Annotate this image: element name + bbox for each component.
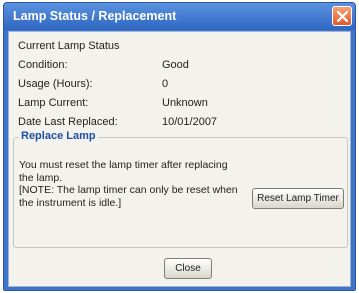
lamp-current-label: Lamp Current: xyxy=(18,97,89,109)
dialog-title: Lamp Status / Replacement xyxy=(13,9,177,23)
date-replaced-label: Date Last Replaced: xyxy=(18,116,118,128)
replace-message: You must reset the lamp timer after repl… xyxy=(19,159,243,209)
replace-instruction-text: You must reset the lamp timer after repl… xyxy=(19,159,228,184)
dialog-body: Current Lamp Status Condition: Good Usag… xyxy=(8,31,351,287)
condition-value: Good xyxy=(162,59,189,71)
replace-lamp-group: Replace Lamp You must reset the lamp tim… xyxy=(13,130,348,248)
title-bar[interactable]: Lamp Status / Replacement xyxy=(4,3,355,30)
close-button[interactable]: Close xyxy=(164,258,212,279)
replace-lamp-legend: Replace Lamp xyxy=(19,130,98,142)
date-replaced-value: 10/01/2007 xyxy=(162,116,218,128)
replace-note-text: [NOTE: The lamp timer can only be reset … xyxy=(19,184,238,209)
current-status-label: Current Lamp Status xyxy=(18,40,120,52)
reset-lamp-timer-button[interactable]: Reset Lamp Timer xyxy=(252,188,344,209)
condition-label: Condition: xyxy=(18,59,68,71)
lamp-current-value: Unknown xyxy=(162,97,208,109)
lamp-status-dialog: Lamp Status / Replacement Current Lamp S… xyxy=(3,2,356,291)
usage-label: Usage (Hours): xyxy=(18,78,93,90)
close-icon xyxy=(337,11,348,22)
usage-value: 0 xyxy=(162,78,169,90)
close-x-icon[interactable] xyxy=(332,6,352,26)
